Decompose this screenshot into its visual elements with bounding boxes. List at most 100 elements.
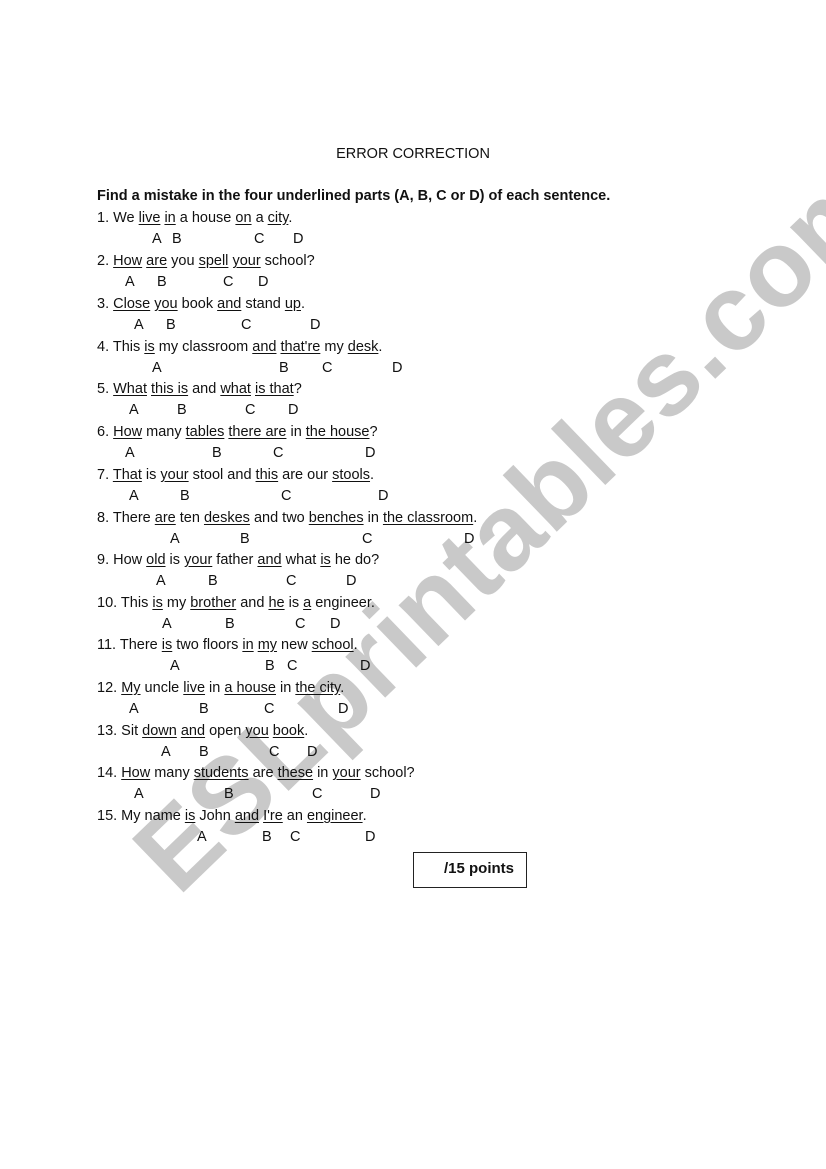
option-letter-d: D (288, 402, 299, 418)
underlined-part-a: What (113, 381, 147, 397)
underlined-part-c: this (255, 467, 279, 483)
option-letter-d: D (346, 573, 357, 589)
sentence-text: . (473, 510, 478, 526)
option-letter-d: D (330, 616, 341, 632)
option-letters: ABCD (0, 701, 826, 719)
option-letters: ABCD (0, 531, 826, 549)
underlined-part-d: school (311, 637, 354, 653)
sentence-text: my (162, 595, 191, 611)
option-letter-a: A (125, 274, 135, 290)
option-letter-a: A (170, 658, 180, 674)
underlined-part-b: your (160, 467, 189, 483)
sentence-text: ? (369, 424, 378, 440)
underlined-part-a: My (121, 680, 141, 696)
option-letter-b: B (240, 531, 250, 547)
sentence-text: a (251, 210, 268, 226)
sentence-text: . (304, 723, 309, 739)
sentence-text: . (288, 210, 293, 226)
question-2: 2. How are you spell your school? (97, 253, 315, 269)
sentence-text: many (142, 424, 186, 440)
option-letter-b: B (225, 616, 235, 632)
sentence-text: 11. There (97, 637, 162, 653)
sentence-text: . (378, 339, 383, 355)
sentence-text: . (370, 467, 375, 483)
question-12: 12. My uncle live in a house in the city… (97, 680, 344, 696)
sentence-text: 12. (97, 680, 122, 696)
underlined-part-b: brother (190, 595, 237, 611)
underlined-part-a: How (121, 765, 151, 781)
underlined-part-a: old (146, 552, 166, 568)
sentence-text: . (362, 808, 367, 824)
option-letter-c: C (286, 573, 297, 589)
sentence-text: in (275, 680, 296, 696)
option-letter-d: D (365, 445, 376, 461)
option-letter-b: B (180, 488, 190, 504)
sentence-text: and two (249, 510, 309, 526)
option-letter-d: D (307, 744, 318, 760)
option-letter-c: C (362, 531, 373, 547)
sentence-text: and (188, 381, 221, 397)
underlined-part-c: you (245, 723, 269, 739)
underlined-part-a: are (154, 510, 176, 526)
option-letter-b: B (177, 402, 187, 418)
sentence-text: is (141, 467, 161, 483)
sentence-text: my classroom (154, 339, 253, 355)
sentence-text: 15. My name (97, 808, 185, 824)
question-15: 15. My name is John and I're an engineer… (97, 808, 367, 824)
underlined-part-a: is (161, 637, 173, 653)
underlined-part-d: a (303, 595, 312, 611)
sentence-text: in (313, 765, 333, 781)
underlined-part-a: live (138, 210, 161, 226)
sentence-text: 14. (97, 765, 122, 781)
sentence-text: are (248, 765, 278, 781)
option-letter-c: C (312, 786, 323, 802)
underlined-part-b: tables (185, 424, 225, 440)
sentence-text: . (301, 296, 306, 312)
option-letters: ABCD (0, 658, 826, 676)
option-letter-b: B (157, 274, 167, 290)
underlined-part-d: the house (305, 424, 370, 440)
option-letters: ABCD (0, 360, 826, 378)
sentence-text: an (282, 808, 307, 824)
option-letter-d: D (360, 658, 371, 674)
sentence-text: many (150, 765, 194, 781)
underlined-part-b: and (234, 808, 260, 824)
option-letter-c: C (269, 744, 280, 760)
sentence-text: he do? (330, 552, 380, 568)
underlined-part-a: Close (113, 296, 151, 312)
option-letters: ABCD (0, 274, 826, 292)
sentence-text: and (236, 595, 269, 611)
underlined-part-a: is (152, 595, 163, 611)
underlined-part-d: engineer (306, 808, 363, 824)
underlined-part-c: my (257, 637, 278, 653)
option-letter-d: D (310, 317, 321, 333)
sentence-text: in (205, 680, 225, 696)
option-letter-b: B (262, 829, 272, 845)
option-letter-a: A (156, 573, 166, 589)
score-box: /15 points (413, 852, 527, 888)
option-letter-c: C (254, 231, 265, 247)
underlined-part-c: there are (228, 424, 287, 440)
option-letter-a: A (197, 829, 207, 845)
option-letter-b: B (199, 701, 209, 717)
underlined-part-d: your (332, 765, 361, 781)
underlined-part-a: How (113, 253, 143, 269)
question-8: 8. There are ten deskes and two benches … (97, 510, 477, 526)
sentence-text: you (167, 253, 199, 269)
option-letters: ABCD (0, 744, 826, 762)
sentence-text: what (281, 552, 321, 568)
underlined-part-c: and (257, 552, 282, 568)
underlined-part-c: spell (198, 253, 229, 269)
option-letter-d: D (258, 274, 269, 290)
question-14: 14. How many students are these in your … (97, 765, 415, 781)
option-letter-b: B (172, 231, 182, 247)
sentence-text: 7. (97, 467, 113, 483)
sentence-text: John (195, 808, 235, 824)
underlined-part-a: How (113, 424, 143, 440)
score-label: /15 points (443, 860, 514, 877)
option-letter-c: C (287, 658, 298, 674)
option-letter-a: A (129, 701, 139, 717)
underlined-part-b: deskes (203, 510, 250, 526)
option-letters: ABCD (0, 231, 826, 249)
sentence-text: engineer. (311, 595, 375, 611)
